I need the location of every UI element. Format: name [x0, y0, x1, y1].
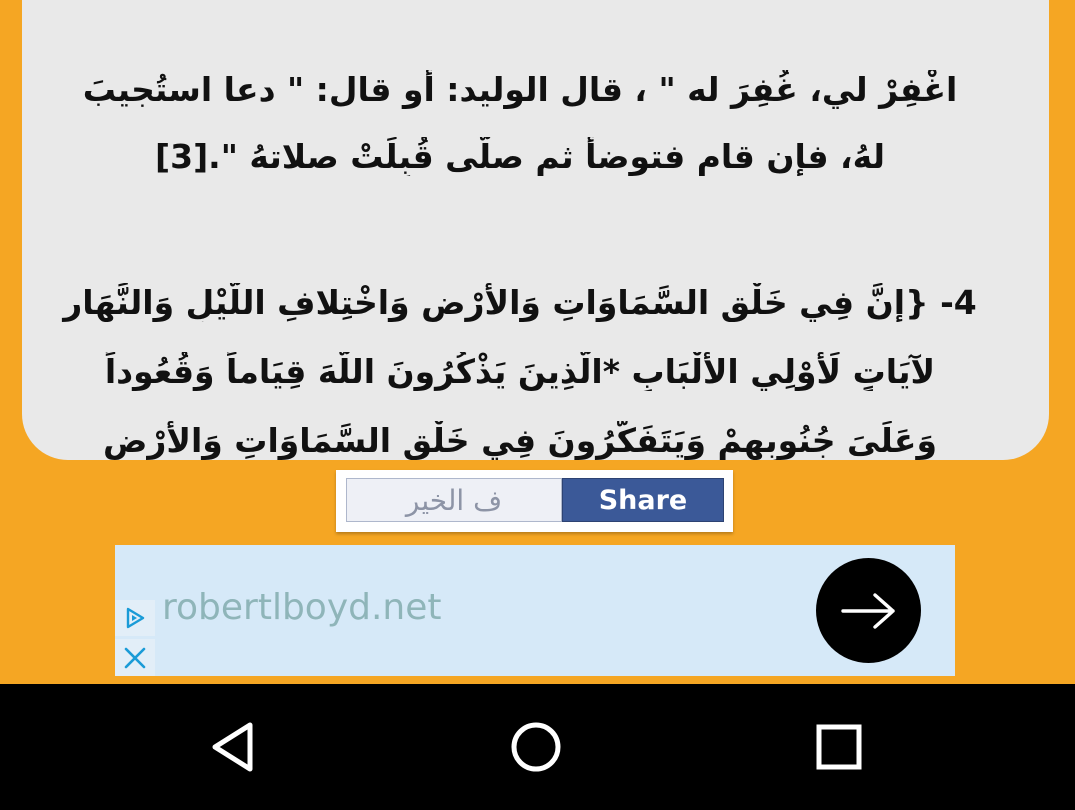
recents-square-icon [816, 724, 862, 770]
ad-url-link[interactable]: robertlboyd.net [162, 587, 442, 628]
adchoices-icon[interactable] [115, 600, 155, 636]
system-navigation-bar [0, 684, 1075, 810]
share-text-field[interactable]: ف الخير [346, 478, 562, 522]
ad-banner[interactable]: robertlboyd.net [115, 545, 955, 676]
home-circle-icon [511, 722, 561, 772]
article-text-line-1: اغْفِرْ لي، غُفِرَ له " ، قال الوليد: أو… [82, 70, 958, 109]
article-text-line-4: لآيَاتٍ لِّأُوْلِي الألْبَابِ *الَّذِينَ… [104, 352, 936, 391]
nav-back-button[interactable] [193, 712, 273, 782]
article-card [22, 0, 1049, 460]
article-text-line-3: 4- {إِنَّ فِي خَلْقِ السَّمَاوَاتِ وَالأ… [63, 283, 977, 322]
article-text-line-2: لهُ، فإن قام فتوضأ ثم صلّى قُبِلَتْ صلات… [155, 137, 885, 176]
share-button[interactable]: Share [562, 478, 724, 522]
nav-home-button[interactable] [496, 712, 576, 782]
ad-open-button[interactable] [816, 558, 921, 663]
back-triangle-icon [212, 722, 253, 772]
arrow-right-icon [840, 592, 895, 629]
nav-recents-button[interactable] [799, 712, 879, 782]
article-text-line-5: وَعَلَىَ جُنُوبِهِمْ وَيَتَفَكَّرُونَ فِ… [103, 421, 937, 460]
share-widget: ف الخير Share [336, 470, 733, 532]
close-icon[interactable] [115, 639, 155, 676]
